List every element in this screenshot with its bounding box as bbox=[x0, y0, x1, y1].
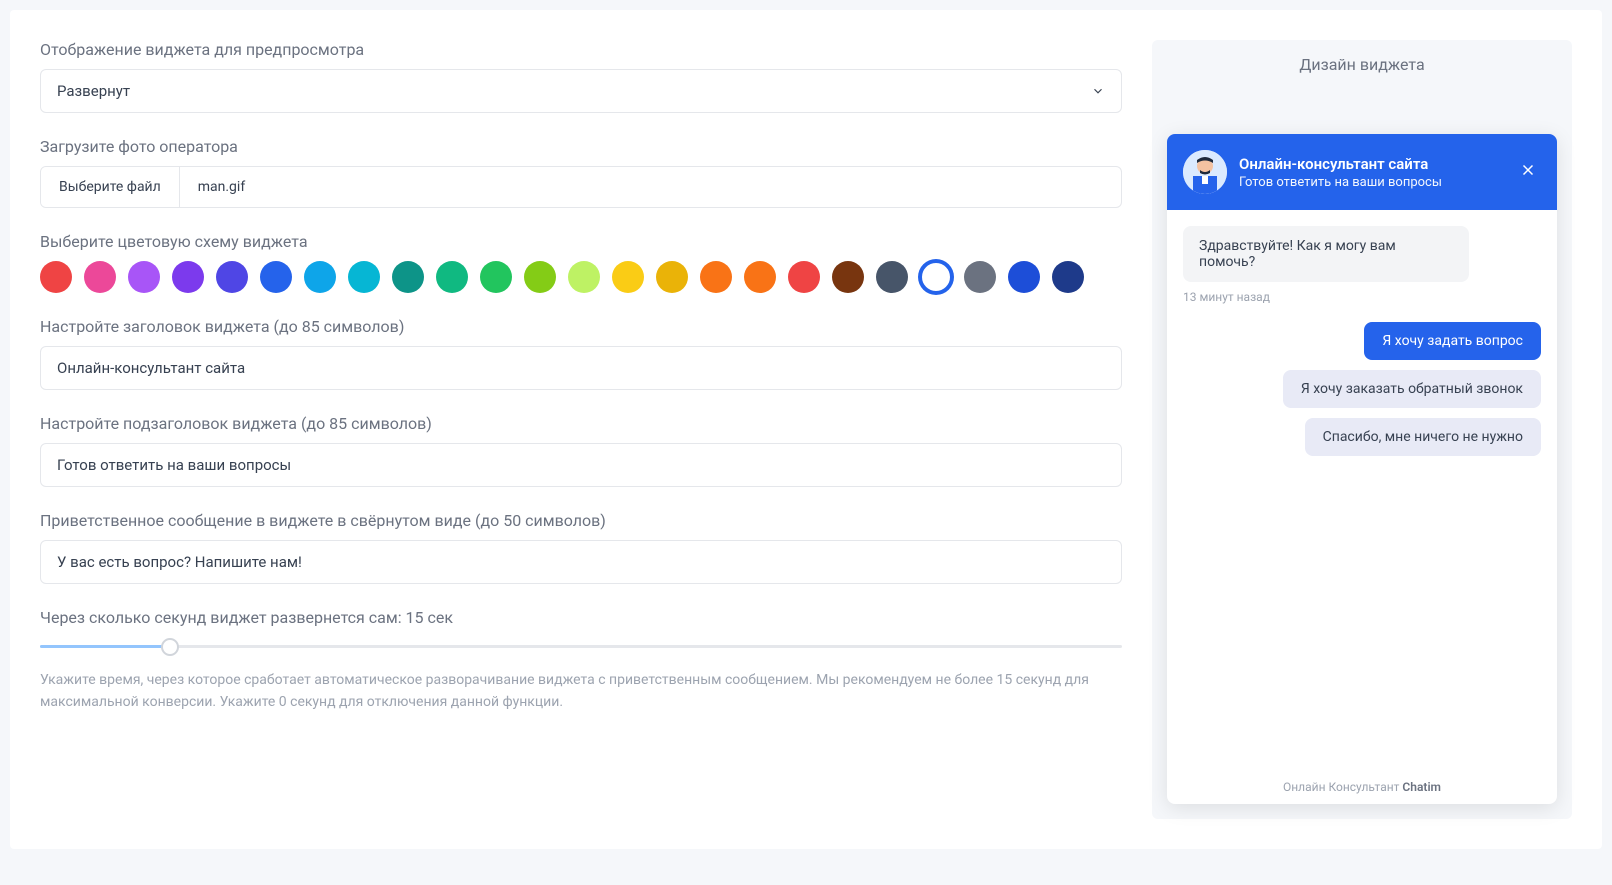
chevron-down-icon bbox=[1091, 84, 1105, 98]
color-swatch[interactable] bbox=[964, 261, 996, 293]
chat-subtitle: Готов ответить на ваши вопросы bbox=[1239, 175, 1503, 190]
color-swatch[interactable] bbox=[40, 261, 72, 293]
color-swatch[interactable] bbox=[348, 261, 380, 293]
color-swatch[interactable] bbox=[216, 261, 248, 293]
color-swatch[interactable] bbox=[524, 261, 556, 293]
color-swatch[interactable] bbox=[304, 261, 336, 293]
color-swatch[interactable] bbox=[920, 261, 952, 293]
subtitle-field-label: Настройте подзаголовок виджета (до 85 си… bbox=[40, 414, 1122, 433]
chat-body: Здравствуйте! Как я могу вам помочь? 13 … bbox=[1167, 210, 1557, 770]
quick-reply-button[interactable]: Я хочу заказать обратный звонок bbox=[1283, 370, 1541, 408]
chat-header-text: Онлайн-консультант сайта Готов ответить … bbox=[1239, 155, 1503, 190]
slider-track bbox=[40, 645, 1122, 648]
quick-reply-button[interactable]: Я хочу задать вопрос bbox=[1364, 322, 1541, 360]
color-swatch[interactable] bbox=[172, 261, 204, 293]
chat-header: Онлайн-консультант сайта Готов ответить … bbox=[1167, 134, 1557, 210]
color-swatch[interactable] bbox=[84, 261, 116, 293]
settings-form: Отображение виджета для предпросмотра Ра… bbox=[40, 40, 1122, 819]
color-swatch[interactable] bbox=[480, 261, 512, 293]
color-swatch[interactable] bbox=[832, 261, 864, 293]
greeting-field-label: Приветственное сообщение в виджете в свё… bbox=[40, 511, 1122, 530]
greeting-input[interactable] bbox=[40, 540, 1122, 584]
file-name-display: man.gif bbox=[180, 167, 1121, 207]
operator-avatar bbox=[1183, 150, 1227, 194]
photo-file-input[interactable]: Выберите файл man.gif bbox=[40, 166, 1122, 208]
color-swatch[interactable] bbox=[128, 261, 160, 293]
color-swatch[interactable] bbox=[260, 261, 292, 293]
color-swatch[interactable] bbox=[612, 261, 644, 293]
preview-mode-select[interactable]: Развернут bbox=[40, 69, 1122, 113]
slider-fill bbox=[40, 645, 170, 648]
color-palette bbox=[40, 261, 1122, 293]
file-choose-button[interactable]: Выберите файл bbox=[41, 167, 180, 207]
color-swatch[interactable] bbox=[1052, 261, 1084, 293]
close-icon[interactable] bbox=[1515, 157, 1541, 187]
title-field-label: Настройте заголовок виджета (до 85 симво… bbox=[40, 317, 1122, 336]
greeting-message: Здравствуйте! Как я могу вам помочь? bbox=[1183, 226, 1469, 282]
color-swatch[interactable] bbox=[656, 261, 688, 293]
photo-upload-label: Загрузите фото оператора bbox=[40, 137, 1122, 156]
timeout-helper-text: Укажите время, через которое сработает а… bbox=[40, 669, 1122, 714]
color-swatch[interactable] bbox=[436, 261, 468, 293]
color-swatch[interactable] bbox=[1008, 261, 1040, 293]
color-swatch[interactable] bbox=[744, 261, 776, 293]
color-scheme-label: Выберите цветовую схему виджета bbox=[40, 232, 1122, 251]
chat-widget-preview: Онлайн-консультант сайта Готов ответить … bbox=[1167, 134, 1557, 804]
color-swatch[interactable] bbox=[788, 261, 820, 293]
chat-footer: Онлайн Консультант Chatim bbox=[1167, 770, 1557, 804]
subtitle-input[interactable] bbox=[40, 443, 1122, 487]
color-swatch[interactable] bbox=[568, 261, 600, 293]
footer-brand: Chatim bbox=[1402, 780, 1441, 794]
quick-reply-button[interactable]: Спасибо, мне ничего не нужно bbox=[1305, 418, 1541, 456]
timeout-slider[interactable] bbox=[40, 637, 1122, 657]
slider-thumb[interactable] bbox=[161, 638, 179, 656]
chat-title: Онлайн-консультант сайта bbox=[1239, 155, 1503, 173]
preview-mode-label: Отображение виджета для предпросмотра bbox=[40, 40, 1122, 59]
message-timestamp: 13 минут назад bbox=[1183, 290, 1541, 304]
preview-mode-value: Развернут bbox=[57, 82, 130, 100]
title-input[interactable] bbox=[40, 346, 1122, 390]
preview-title: Дизайн виджета bbox=[1167, 55, 1557, 74]
preview-panel: Дизайн виджета Онлайн-консультант сайта bbox=[1152, 40, 1572, 819]
timeout-label: Через сколько секунд виджет развернется … bbox=[40, 608, 1122, 627]
color-swatch[interactable] bbox=[392, 261, 424, 293]
color-swatch[interactable] bbox=[700, 261, 732, 293]
color-swatch[interactable] bbox=[876, 261, 908, 293]
